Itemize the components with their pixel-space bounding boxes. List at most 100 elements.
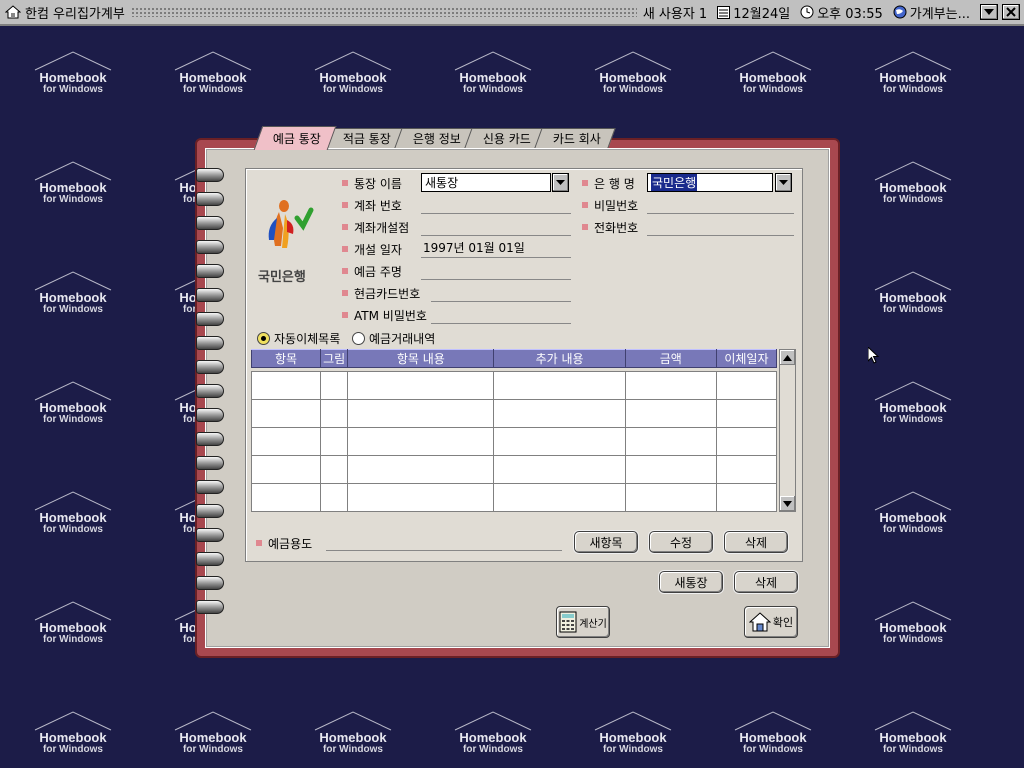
- homebook-sub: for Windows: [603, 744, 663, 755]
- homebook-sub: for Windows: [463, 744, 523, 755]
- homebook-logo-tile: Homebookfor Windows: [18, 490, 128, 550]
- arrow-down-icon: [783, 500, 792, 507]
- column-header[interactable]: 이체일자: [715, 349, 778, 368]
- homebook-sub: for Windows: [883, 414, 943, 425]
- homebook-sub: for Windows: [43, 524, 103, 535]
- purpose-field[interactable]: [326, 533, 562, 551]
- tab-card-company[interactable]: 카드 회사: [534, 128, 616, 148]
- delete-account-button[interactable]: 삭제: [734, 571, 798, 593]
- binder-ring: [196, 216, 224, 230]
- branch-field[interactable]: [421, 218, 571, 236]
- bullet-icon: [582, 180, 588, 186]
- tab-savings-account[interactable]: 예금 통장: [253, 126, 337, 150]
- account-number-field[interactable]: [421, 196, 571, 214]
- binder-ring: [196, 432, 224, 446]
- binder-ring: [196, 192, 224, 206]
- homebook-sub: for Windows: [883, 634, 943, 645]
- account-name-input[interactable]: 새통장: [421, 173, 551, 192]
- home-icon[interactable]: [4, 3, 22, 21]
- homebook-logo-tile: Homebookfor Windows: [718, 710, 828, 768]
- calendar-icon: [717, 6, 731, 19]
- chevron-down-icon: [984, 8, 994, 15]
- table-scrollbar[interactable]: [779, 349, 796, 512]
- ok-label: 확인: [772, 616, 794, 629]
- edit-button[interactable]: 수정: [649, 531, 713, 553]
- tab-bank-info[interactable]: 은행 정보: [394, 128, 476, 148]
- bank-logo-text: 국민은행: [258, 270, 306, 285]
- binder-ring: [196, 240, 224, 254]
- status-display[interactable]: 가계부는...: [893, 3, 970, 22]
- globe-icon: [893, 5, 907, 19]
- account-name-dropdown[interactable]: [552, 173, 569, 192]
- phone-field[interactable]: [647, 218, 794, 236]
- homebook-logo-tile: Homebookfor Windows: [298, 710, 408, 768]
- homebook-brand: Homebook: [39, 180, 107, 195]
- column-header[interactable]: 항목: [250, 349, 322, 368]
- password-field[interactable]: [647, 196, 794, 214]
- homebook-logo-tile: Homebookfor Windows: [858, 490, 968, 550]
- binder-ring: [196, 456, 224, 470]
- table-row[interactable]: [250, 427, 778, 456]
- table-row[interactable]: [250, 399, 778, 428]
- column-header[interactable]: 그림: [320, 349, 349, 368]
- title-drag-area[interactable]: [130, 7, 637, 17]
- table-row[interactable]: [250, 371, 778, 400]
- title-bar: 한컴 우리집가계부 새 사용자 1 12월24일 오후 03:55 가계부는..…: [0, 0, 1024, 26]
- binder-ring: [196, 576, 224, 590]
- calculator-button[interactable]: 계산기: [556, 606, 610, 638]
- binder-ring: [196, 288, 224, 302]
- chevron-down-icon: [779, 179, 788, 185]
- binder-ring: [196, 480, 224, 494]
- binder-ring: [196, 336, 224, 350]
- owner-field[interactable]: [421, 262, 571, 280]
- homebook-brand: Homebook: [879, 510, 947, 525]
- tab-credit-card[interactable]: 신용 카드: [464, 128, 546, 148]
- bullet-icon: [256, 540, 262, 546]
- dropdown-button[interactable]: [980, 4, 998, 20]
- binder-ring: [196, 408, 224, 422]
- date-display[interactable]: 12월24일: [717, 3, 790, 22]
- binder-ring: [196, 600, 224, 614]
- radio-auto-transfer[interactable]: 자동이체목록: [257, 330, 340, 347]
- column-header[interactable]: 추가 내용: [493, 349, 626, 368]
- column-header[interactable]: 항목 내용: [347, 349, 495, 368]
- scroll-down-button[interactable]: [780, 496, 795, 511]
- table-row[interactable]: [250, 455, 778, 484]
- open-date-field[interactable]: 1997년 01월 01일: [421, 240, 571, 258]
- arrow-up-icon: [783, 354, 792, 361]
- homebook-logo-tile: Homebookfor Windows: [18, 50, 128, 110]
- time-display[interactable]: 오후 03:55: [800, 3, 883, 22]
- time-text: 오후 03:55: [817, 6, 883, 22]
- bullet-icon: [342, 246, 348, 252]
- homebook-sub: for Windows: [883, 304, 943, 315]
- cashcard-field[interactable]: [431, 284, 571, 302]
- radio-unselected-icon: [352, 332, 365, 345]
- atm-password-field[interactable]: [431, 306, 571, 324]
- bullet-icon: [342, 180, 348, 186]
- close-button[interactable]: [1002, 4, 1020, 20]
- column-header[interactable]: 금액: [624, 349, 717, 368]
- new-account-button[interactable]: 새통장: [659, 571, 723, 593]
- bank-name-input[interactable]: 국민은행: [647, 173, 773, 192]
- homebook-logo-tile: Homebookfor Windows: [858, 270, 968, 330]
- bullet-icon: [342, 312, 348, 318]
- delete-item-button[interactable]: 삭제: [724, 531, 788, 553]
- homebook-logo-tile: Homebookfor Windows: [298, 50, 408, 110]
- bullet-icon: [582, 224, 588, 230]
- homebook-sub: for Windows: [743, 84, 803, 95]
- table-row[interactable]: [250, 483, 778, 512]
- homebook-logo-tile: Homebookfor Windows: [438, 50, 548, 110]
- radio-transactions[interactable]: 예금거래내역: [352, 330, 435, 347]
- bank-name-dropdown[interactable]: [775, 173, 792, 192]
- binder-ring: [196, 168, 224, 182]
- open-date-label: 개설 일자: [342, 240, 402, 258]
- homebook-brand: Homebook: [39, 620, 107, 635]
- clock-icon: [800, 5, 814, 19]
- homebook-brand: Homebook: [39, 510, 107, 525]
- ok-button[interactable]: 확인: [744, 606, 798, 638]
- new-item-button[interactable]: 새항목: [574, 531, 638, 553]
- user-name[interactable]: 새 사용자 1: [643, 3, 707, 22]
- tab-installment-account[interactable]: 적금 통장: [324, 128, 406, 148]
- scroll-up-button[interactable]: [780, 350, 795, 365]
- homebook-brand: Homebook: [879, 730, 947, 745]
